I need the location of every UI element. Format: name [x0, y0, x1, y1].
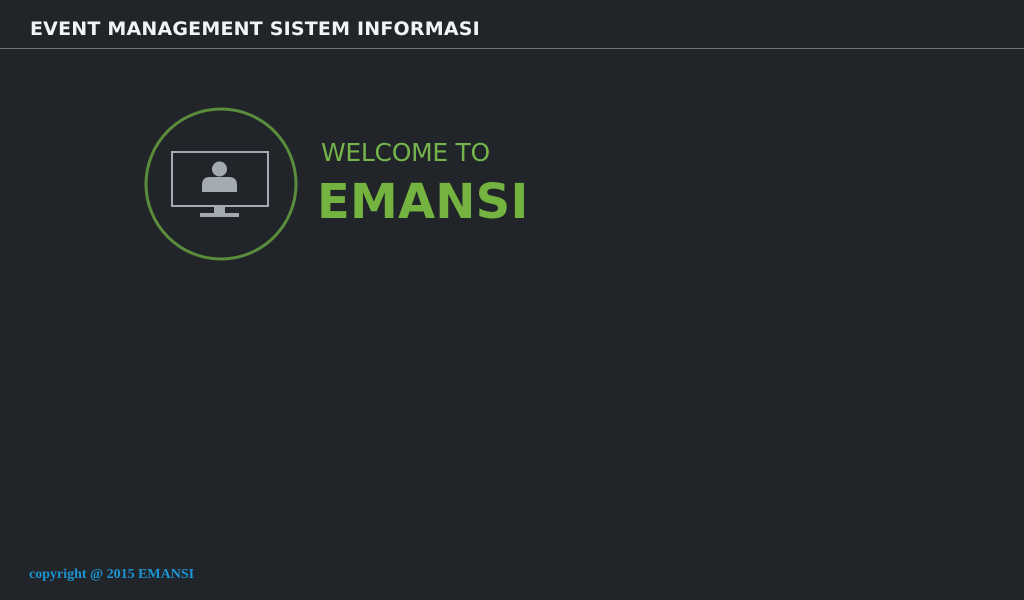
- welcome-hero: WELCOME TO EMANSI: [143, 106, 563, 262]
- welcome-text: WELCOME TO: [321, 138, 490, 167]
- app-title: EVENT MANAGEMENT SISTEM INFORMASI: [30, 18, 480, 40]
- copyright-text: copyright @ 2015 EMANSI: [29, 567, 195, 582]
- top-bar: EVENT MANAGEMENT SISTEM INFORMASI: [0, 0, 1024, 49]
- brand-name: EMANSI: [317, 174, 529, 230]
- monitor-user-icon: [144, 107, 298, 261]
